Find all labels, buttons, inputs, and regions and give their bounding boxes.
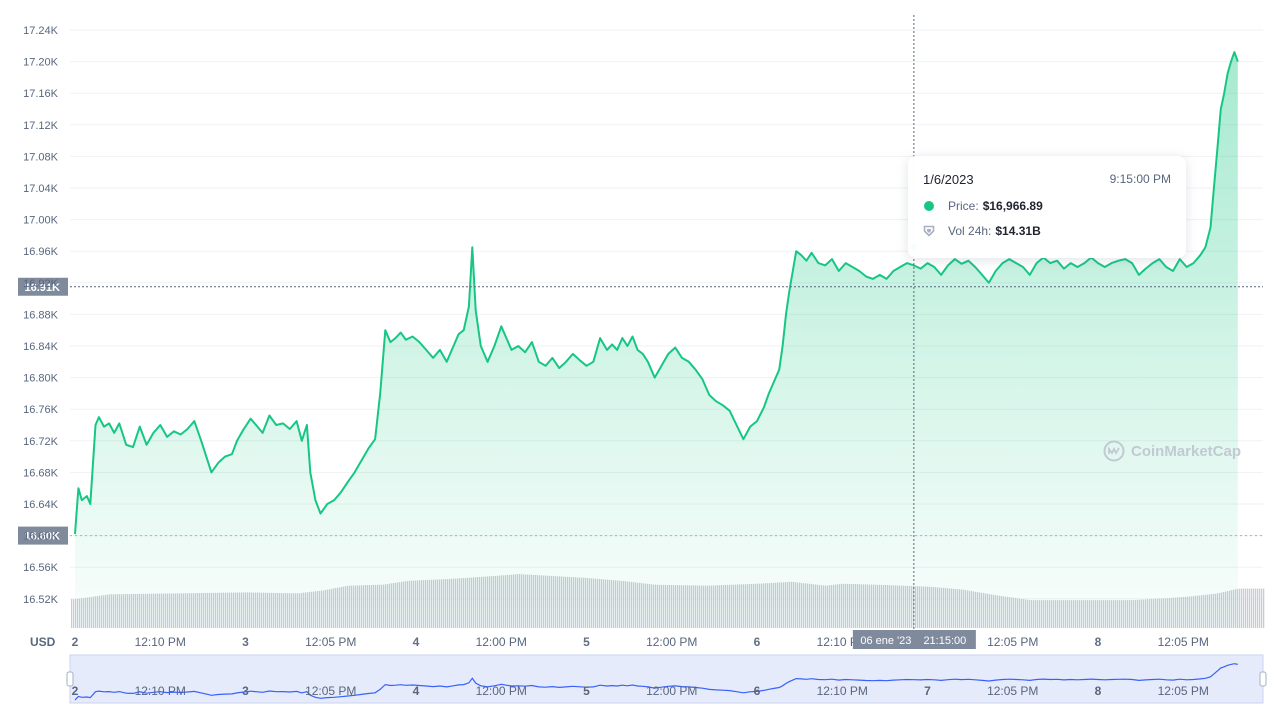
y-tick-label: 16.92K — [23, 278, 59, 290]
navigator-tick-label: 6 — [754, 684, 761, 698]
y-tick-label: 17.12K — [23, 120, 59, 132]
tooltip-volume-value: $14.31B — [995, 224, 1041, 238]
range-navigator[interactable]: 2 12:10 PM 3 12:05 PM 4 12:00 PM 5 12:00 PM 6 12:… — [66, 654, 1267, 704]
navigator-handle-right[interactable] — [1259, 671, 1267, 687]
volume-bar — [1245, 588, 1247, 628]
price-chart[interactable]: 16.91K16.60K 17.24K17.20K17.16K17.12K17.… — [0, 0, 1280, 720]
coinmarketcap-watermark: CoinMarketCap — [1103, 440, 1241, 462]
price-tooltip: 1/6/2023 9:15:00 PM Price: $16,966.89 Vo… — [908, 156, 1186, 258]
volume-bar — [1255, 588, 1257, 628]
coinmarketcap-logo-icon — [1103, 440, 1125, 462]
x-crosshair-date: 06 ene '23 — [860, 635, 911, 647]
tooltip-volume-row: Vol 24h: $14.31B — [923, 224, 1041, 238]
y-tick-label: 16.68K — [23, 467, 59, 479]
x-tick-label: 6 — [754, 635, 761, 649]
volume-bar — [1257, 588, 1259, 628]
tooltip-time: 9:15:00 PM — [1109, 172, 1171, 186]
navigator-tick-label: 12:10 PM — [817, 684, 868, 698]
volume-bar — [1243, 588, 1245, 628]
y-tick-label: 16.64K — [23, 499, 59, 511]
volume-bar — [1241, 588, 1243, 628]
navigator-tick-label: 12:05 PM — [987, 684, 1038, 698]
navigator-tick-label: 4 — [413, 684, 420, 698]
y-tick-label: 17.20K — [23, 57, 59, 69]
y-tick-label: 17.04K — [23, 183, 59, 195]
navigator-tick-label: 12:00 PM — [646, 684, 697, 698]
navigator-tick-label: 7 — [924, 684, 931, 698]
y-tick-label: 16.96K — [23, 246, 59, 258]
x-tick-label: 3 — [242, 635, 249, 649]
volume-bar — [1249, 588, 1251, 628]
currency-label: USD — [30, 635, 56, 649]
x-tick-label: 2 — [72, 635, 79, 649]
y-tick-label: 17.00K — [23, 215, 59, 227]
y-tick-label: 16.80K — [23, 373, 59, 385]
navigator-tick-label: 12:05 PM — [1158, 684, 1209, 698]
volume-bar — [1251, 588, 1253, 628]
volume-bar — [73, 599, 75, 628]
x-tick-label: 12:10 PM — [135, 635, 186, 649]
volume-bar — [71, 599, 73, 628]
tooltip-price-row: Price: $16,966.89 — [923, 199, 1043, 213]
price-dot-icon — [924, 201, 934, 211]
volume-bar — [1239, 588, 1241, 628]
tooltip-date: 1/6/2023 — [923, 172, 974, 187]
watermark-text: CoinMarketCap — [1131, 442, 1242, 460]
x-crosshair-time: 21:15:00 — [923, 635, 966, 647]
y-tick-label: 17.24K — [23, 25, 59, 37]
navigator-tick-label: 12:05 PM — [305, 684, 356, 698]
volume-bar — [1247, 588, 1249, 628]
x-tick-label: 8 — [1095, 635, 1102, 649]
navigator-tick-label: 8 — [1095, 684, 1102, 698]
volume-bar — [1253, 588, 1255, 628]
y-tick-label: 17.16K — [23, 88, 59, 100]
volume-bar — [1263, 588, 1265, 628]
tooltip-volume-label: Vol 24h: — [948, 224, 992, 238]
volume-shield-icon — [923, 225, 935, 237]
x-tick-label: 12:05 PM — [987, 635, 1038, 649]
y-tick-label: 17.08K — [23, 151, 59, 163]
x-tick-label: 12:00 PM — [646, 635, 697, 649]
x-tick-label: 4 — [413, 635, 420, 649]
y-tick-label: 16.60K — [23, 531, 59, 543]
volume-bar — [1259, 588, 1261, 628]
x-tick-label: 5 — [583, 635, 590, 649]
navigator-tick-label: 3 — [242, 684, 249, 698]
x-axis-ticks: 2 12:10 PM 3 12:05 PM 4 12:00 PM 5 12:00 PM 6 12:… — [72, 630, 1209, 649]
navigator-tick-label: 5 — [583, 684, 590, 698]
volume-bar — [1261, 588, 1263, 628]
price-area — [75, 52, 1238, 629]
y-tick-label: 16.52K — [23, 594, 59, 606]
y-tick-label: 16.76K — [23, 404, 59, 416]
y-tick-label: 16.72K — [23, 436, 59, 448]
x-tick-label: 12:00 PM — [476, 635, 527, 649]
x-tick-label: 12:05 PM — [1158, 635, 1209, 649]
tooltip-price-value: $16,966.89 — [982, 199, 1043, 213]
y-tick-label: 16.84K — [23, 341, 59, 353]
tooltip-price-label: Price: — [948, 199, 979, 213]
navigator-tick-label: 12:00 PM — [476, 684, 527, 698]
y-axis-ticks: 17.24K 17.20K 17.16K 17.12K 17.08K 17.04K 17.0… — [23, 25, 59, 606]
x-tick-label: 12:05 PM — [305, 635, 356, 649]
y-tick-label: 16.56K — [23, 562, 59, 574]
navigator-tick-label: 12:10 PM — [135, 684, 186, 698]
navigator-tick-label: 2 — [72, 684, 79, 698]
y-tick-label: 16.88K — [23, 309, 59, 321]
